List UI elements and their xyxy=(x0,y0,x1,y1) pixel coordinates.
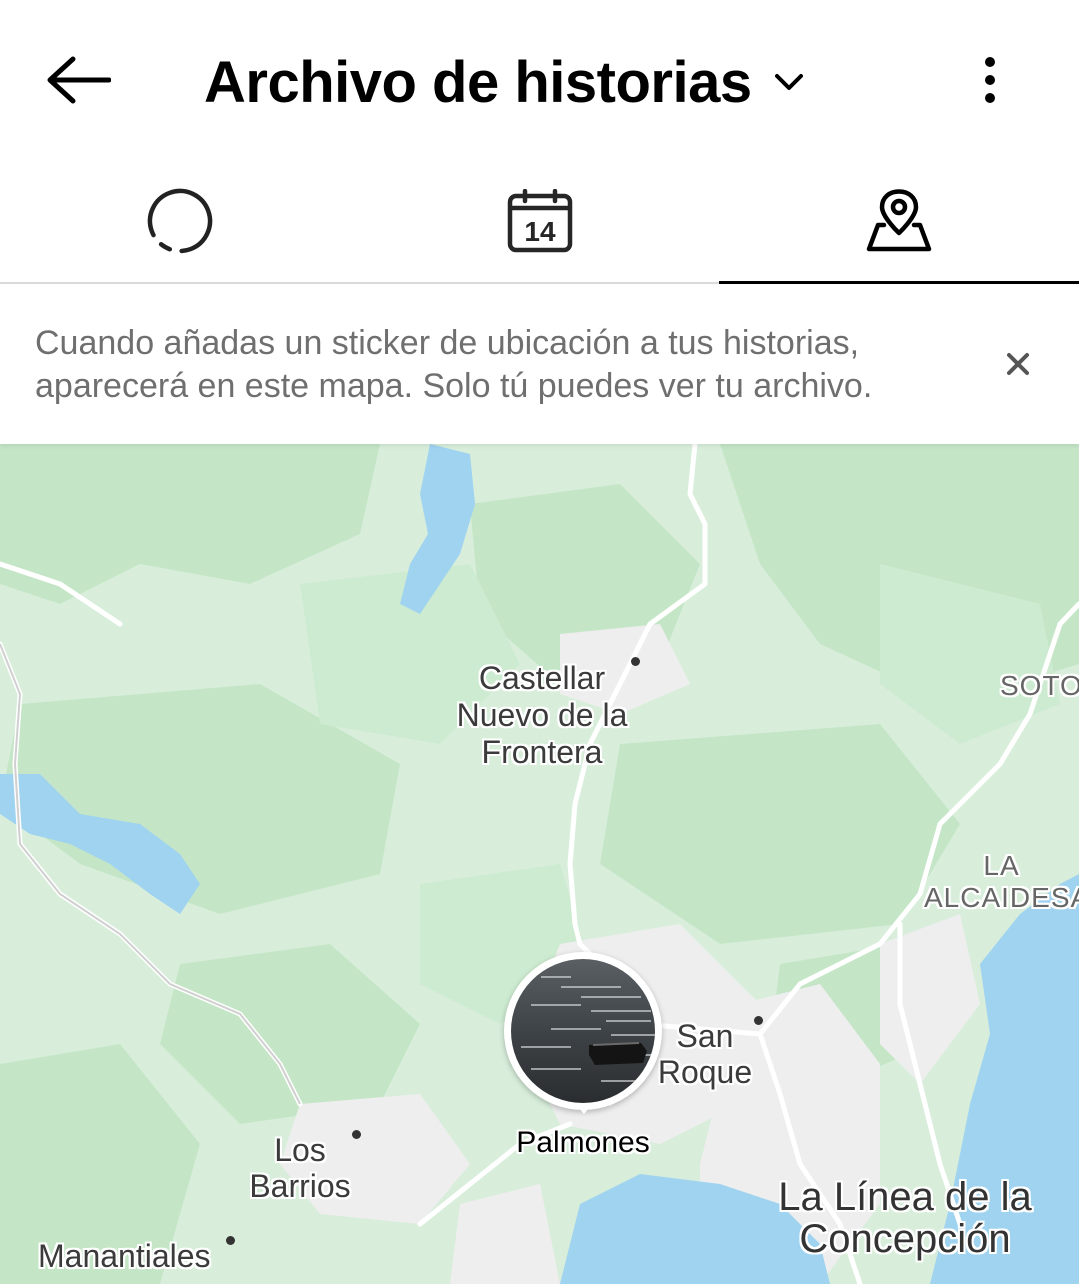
pin-location-label: Palmones xyxy=(516,1126,650,1159)
story-location-pin[interactable] xyxy=(504,952,662,1118)
tab-stories[interactable] xyxy=(0,160,360,282)
dashed-circle-icon xyxy=(147,188,213,254)
map-label-la-linea: La Línea de la Concepción xyxy=(778,1175,1032,1261)
map-town-dot xyxy=(631,657,640,666)
calendar-icon: 14 xyxy=(507,189,572,253)
pin-tail xyxy=(574,1102,594,1114)
map-label-los-barrios: Los Barrios xyxy=(249,1132,351,1204)
chevron-down-icon xyxy=(774,64,810,100)
close-banner-button[interactable] xyxy=(994,340,1042,388)
map-info-text: Cuando añadas un sticker de ubicación a … xyxy=(35,324,873,405)
stories-map[interactable]: Castellar Nuevo de la Frontera SOTOG LA … xyxy=(0,444,1079,1284)
map-label-la-alcaidesa: LA ALCAIDESA xyxy=(924,850,1079,913)
more-vertical-icon xyxy=(985,57,995,103)
map-town-dot xyxy=(754,1016,763,1025)
map-info-banner: Cuando añadas un sticker de ubicación a … xyxy=(0,284,1079,444)
map-pin-icon xyxy=(866,189,932,252)
calendar-day-number: 14 xyxy=(524,216,556,247)
story-thumbnail xyxy=(511,959,655,1103)
tab-map[interactable] xyxy=(719,160,1079,284)
arrow-left-icon xyxy=(47,56,111,104)
map-town-dot xyxy=(352,1130,361,1139)
back-button[interactable] xyxy=(38,48,118,112)
map-label-san-roque: San Roque xyxy=(657,1018,753,1090)
map-town-dot xyxy=(226,1236,235,1245)
map-label-sotogrande: SOTOG xyxy=(1000,670,1079,701)
close-icon xyxy=(1007,353,1029,375)
archive-tabs: 14 xyxy=(0,160,1079,284)
more-options-button[interactable] xyxy=(962,48,1018,112)
archive-type-dropdown[interactable]: Archivo de historias xyxy=(204,44,810,120)
page-title: Archivo de historias xyxy=(204,49,752,115)
tab-calendar[interactable]: 14 xyxy=(360,160,720,282)
top-bar: Archivo de historias xyxy=(0,0,1079,160)
map-label-castellar: Castellar Nuevo de la Frontera xyxy=(456,660,628,770)
map-label-manantiales: Manantiales xyxy=(38,1238,211,1274)
